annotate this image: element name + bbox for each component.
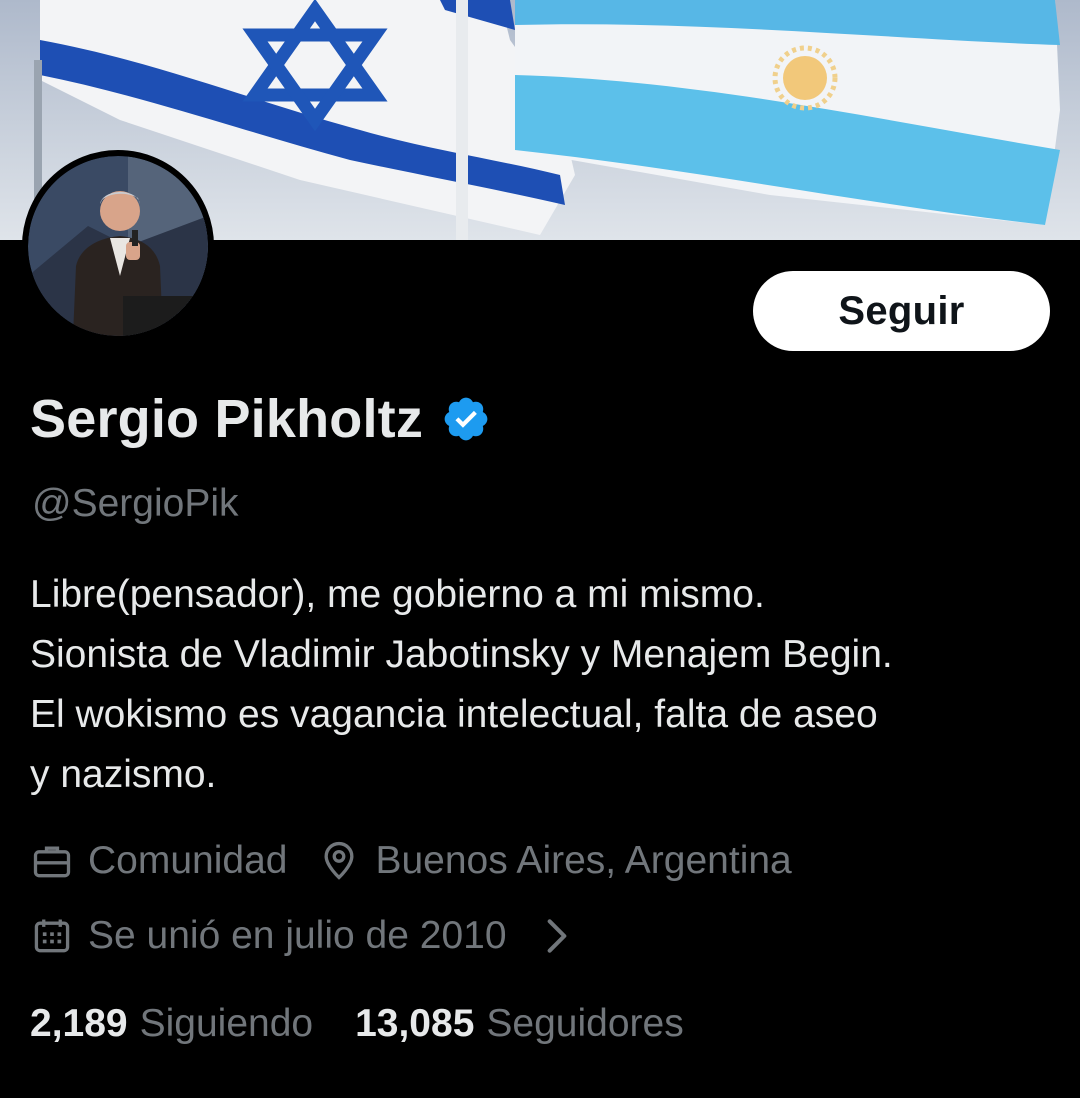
calendar-icon xyxy=(34,919,70,953)
followers-count[interactable]: 13,085 xyxy=(355,1002,474,1046)
chevron-right-icon[interactable] xyxy=(535,914,579,958)
location-pin-icon xyxy=(324,841,354,880)
followers-label[interactable]: Seguidores xyxy=(486,1002,683,1046)
profile-avatar[interactable] xyxy=(22,150,214,342)
profile-joined[interactable]: Se unió en julio de 2010 xyxy=(30,906,593,966)
profile-meta-row: Comunidad Buenos Aires, Argentina xyxy=(30,831,792,891)
following-link[interactable]: 2,189 Siguiendo xyxy=(30,1002,313,1046)
bio-line: y nazismo. xyxy=(30,753,217,796)
profile-joined-label[interactable]: Se unió en julio de 2010 xyxy=(88,914,507,958)
flag-pole xyxy=(456,0,468,240)
briefcase-icon xyxy=(33,846,71,878)
bio-line: Sionista de Vladimir Jabotinsky y Menaje… xyxy=(30,633,893,676)
follow-button[interactable]: Seguir xyxy=(753,271,1050,351)
following-label[interactable]: Siguiendo xyxy=(140,1002,313,1046)
avatar-photo xyxy=(28,156,208,336)
profile-location: Buenos Aires, Argentina xyxy=(317,839,792,883)
profile-joined-item[interactable]: Se unió en julio de 2010 xyxy=(30,914,593,958)
profile-name-row: Sergio Pikholtz xyxy=(30,384,491,454)
bio-line: Libre(pensador), me gobierno a mi mismo. xyxy=(30,573,765,616)
profile-category-label: Comunidad xyxy=(88,839,288,882)
profile-category: Comunidad xyxy=(30,839,287,883)
verified-badge-icon[interactable] xyxy=(441,394,491,444)
profile-stats: 2,189 Siguiendo 13,085 Seguidores xyxy=(30,994,684,1054)
profile-bio: Libre(pensador), me gobierno a mi mismo.… xyxy=(30,565,1060,805)
profile-name: Sergio Pikholtz xyxy=(30,389,424,449)
profile-location-label: Buenos Aires, Argentina xyxy=(375,839,792,882)
following-count[interactable]: 2,189 xyxy=(30,1002,128,1046)
bio-line: El wokismo es vagancia intelectual, falt… xyxy=(30,693,878,736)
profile-handle: @SergioPik xyxy=(32,482,239,525)
followers-link[interactable]: 13,085 Seguidores xyxy=(355,1002,684,1046)
